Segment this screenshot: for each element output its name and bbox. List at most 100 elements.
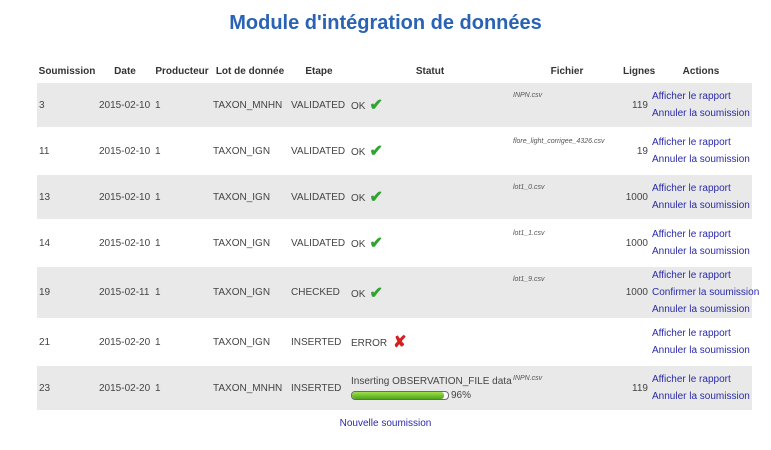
- status-text: OK: [351, 101, 366, 112]
- file-name: lot1_1.csv: [513, 230, 545, 237]
- cell-actions: Afficher le rapport Annuler la soumission: [650, 83, 752, 127]
- cross-icon: ✘: [393, 334, 407, 351]
- check-icon: ✔: [369, 97, 383, 114]
- cell-step: VALIDATED: [289, 83, 349, 127]
- submissions-table: Soumission Date Producteur Lot de donnée…: [37, 62, 759, 412]
- cell-submission-id: 19: [37, 267, 97, 318]
- header-actions: Actions: [682, 66, 720, 77]
- cell-actions: Afficher le rapport Annuler la soumission: [650, 221, 752, 265]
- status-text: OK: [351, 193, 366, 204]
- show-report-link[interactable]: Afficher le rapport: [652, 180, 750, 197]
- cancel-submission-link[interactable]: Annuler la soumission: [652, 197, 750, 214]
- file-name: INPN.csv: [513, 92, 543, 99]
- show-report-link[interactable]: Afficher le rapport: [652, 226, 750, 243]
- cell-submission-id: 11: [39, 145, 50, 157]
- cell-submission-id: 21: [39, 336, 51, 348]
- cell-date: 2015-02-10: [97, 83, 153, 127]
- cell-lot: TAXON_IGN: [213, 145, 271, 157]
- cell-actions: Afficher le rapport Annuler la soumission: [650, 320, 752, 364]
- table-row: 23 2015-02-20 1 TAXON_MNHN INSERTED Inserting…: [37, 366, 752, 410]
- cell-date: 2015-02-10: [99, 145, 151, 157]
- check-icon: ✔: [369, 143, 383, 160]
- table-row: 19 2015-02-11 1 TAXON_IGN CHECKED OK ✔ lot1_9.c…: [37, 267, 759, 318]
- show-report-link[interactable]: Afficher le rapport: [652, 267, 750, 284]
- progress-fill: [352, 391, 445, 399]
- cell-file: INPN.csv: [511, 83, 623, 127]
- header-soumission: Soumission: [38, 66, 96, 77]
- status-text: OK: [351, 288, 366, 300]
- cell-lot: TAXON_IGN: [213, 237, 271, 249]
- header-lignes: Lignes: [623, 66, 656, 77]
- status-text: OK: [351, 147, 366, 158]
- header-statut: Statut: [415, 66, 445, 77]
- cell-submission-id: 14: [39, 237, 51, 249]
- cell-step: VALIDATED: [291, 237, 346, 249]
- cell-date: 2015-02-10: [97, 175, 153, 219]
- cell-step: VALIDATED: [289, 175, 349, 219]
- cell-status: OK ✔: [349, 83, 511, 127]
- file-name: INPN.csv: [513, 375, 543, 382]
- cell-lines: 1000: [623, 267, 650, 318]
- cell-step: CHECKED: [289, 267, 349, 318]
- cell-file: lot1_0.csv: [511, 175, 623, 219]
- cell-actions: Afficher le rapport Annuler la soumission: [650, 175, 752, 219]
- cell-submission-id: 13: [37, 175, 97, 219]
- cell-lot: TAXON_MNHN: [211, 83, 289, 127]
- show-report-link[interactable]: Afficher le rapport: [652, 371, 750, 388]
- header-fichier: Fichier: [550, 66, 584, 77]
- progress-percent: 96%: [451, 389, 472, 401]
- header-lot: Lot de donnée: [215, 66, 285, 77]
- status-text: OK: [351, 239, 366, 250]
- cell-lines: [623, 320, 650, 364]
- cancel-submission-link[interactable]: Annuler la soumission: [652, 342, 750, 359]
- cell-producer: 1: [155, 237, 161, 249]
- status-text: Inserting OBSERVATION_FILE data: [351, 375, 512, 387]
- cell-actions: Afficher le rapport Annuler la soumission: [650, 366, 752, 410]
- cell-file: flore_light_corrigee_4326.csv: [511, 129, 623, 173]
- cell-file: lot1_9.csv: [511, 267, 623, 318]
- show-report-link[interactable]: Afficher le rapport: [652, 134, 750, 151]
- cell-producer: 1: [155, 145, 161, 157]
- cell-submission-id: 3: [37, 83, 97, 127]
- cell-submission-id: 23: [37, 366, 97, 410]
- cell-producer: 1: [153, 267, 211, 318]
- table-row: 14 2015-02-10 1 TAXON_IGN VALIDATED OK ✔ lot1_1…: [37, 221, 752, 265]
- table-row: 3 2015-02-10 1 TAXON_MNHN VALIDATED OK ✔ INPN.c…: [37, 83, 752, 127]
- cell-lines: 1000: [625, 237, 648, 249]
- check-icon: ✔: [369, 284, 383, 302]
- cell-step: VALIDATED: [291, 145, 346, 157]
- cancel-submission-link[interactable]: Annuler la soumission: [652, 243, 750, 260]
- file-name: lot1_0.csv: [513, 184, 545, 191]
- cancel-submission-link[interactable]: Annuler la soumission: [652, 105, 750, 122]
- cancel-submission-link[interactable]: Annuler la soumission: [652, 151, 750, 168]
- cancel-submission-link[interactable]: Annuler la soumission: [652, 301, 750, 318]
- cell-date: 2015-02-20: [99, 336, 151, 348]
- cell-step: INSERTED: [291, 336, 342, 348]
- progress-bar: [351, 390, 449, 400]
- page-title: Module d'intégration de données: [229, 12, 542, 34]
- cell-file: lot1_1.csv: [511, 221, 623, 265]
- cell-date: 2015-02-10: [99, 237, 151, 249]
- cell-lot: TAXON_IGN: [211, 267, 289, 318]
- cancel-submission-link[interactable]: Annuler la soumission: [652, 388, 750, 405]
- table-row: 13 2015-02-10 1 TAXON_IGN VALIDATED OK ✔ lot1_0…: [37, 175, 752, 219]
- show-report-link[interactable]: Afficher le rapport: [652, 325, 750, 342]
- table-row: 11 2015-02-10 1 TAXON_IGN VALIDATED OK ✔ flore_…: [37, 129, 752, 173]
- cell-lot: TAXON_MNHN: [211, 366, 289, 410]
- cell-status: ERROR ✘: [349, 320, 511, 364]
- cell-status: OK ✔: [349, 267, 511, 318]
- cell-producer: 1: [153, 83, 211, 127]
- table-row: 21 2015-02-20 1 TAXON_IGN INSERTED ERROR ✘ Affi…: [37, 320, 752, 364]
- cell-actions: Afficher le rapport Annuler la soumission: [650, 129, 752, 173]
- status-text: ERROR: [351, 338, 388, 349]
- show-report-link[interactable]: Afficher le rapport: [652, 88, 750, 105]
- cell-lot: TAXON_IGN: [213, 336, 271, 348]
- new-submission-link[interactable]: Nouvelle soumission: [0, 418, 771, 429]
- cell-date: 2015-02-11: [97, 267, 153, 318]
- cell-status: OK ✔: [349, 175, 511, 219]
- cell-producer: 1: [153, 366, 211, 410]
- confirm-submission-link[interactable]: Confirmer la soumission: [652, 284, 759, 301]
- header-producteur: Producteur: [155, 66, 209, 77]
- cell-producer: 1: [155, 336, 161, 348]
- cell-file: [511, 320, 623, 364]
